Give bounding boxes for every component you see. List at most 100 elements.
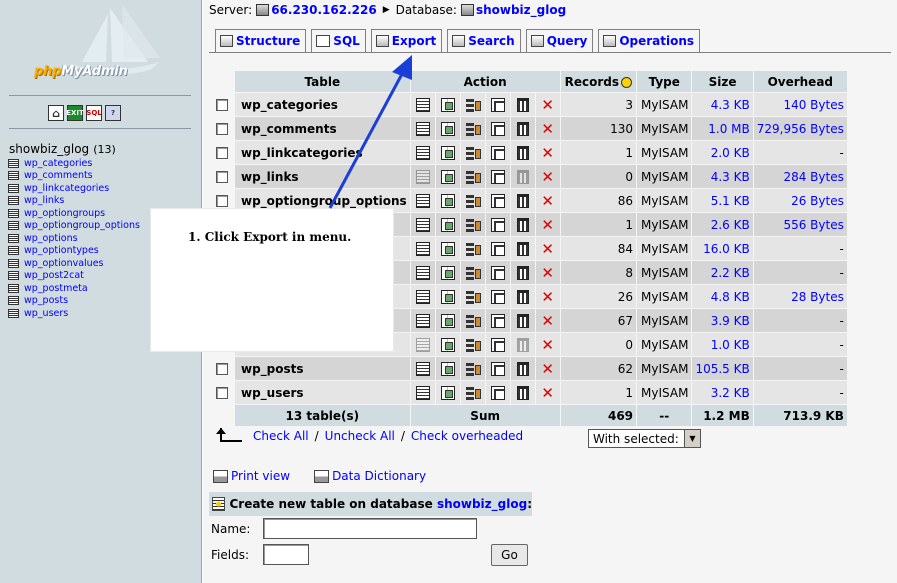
browse-icon[interactable] bbox=[415, 97, 430, 112]
empty-icon[interactable] bbox=[516, 121, 529, 136]
go-button[interactable]: Go bbox=[491, 544, 528, 566]
empty-icon[interactable] bbox=[516, 313, 529, 328]
insert-icon[interactable] bbox=[490, 217, 505, 232]
empty-icon[interactable] bbox=[516, 169, 529, 184]
table-icon[interactable] bbox=[8, 183, 19, 193]
table-icon[interactable] bbox=[8, 308, 19, 318]
row-checkbox[interactable] bbox=[216, 171, 228, 183]
table-name[interactable]: wp_categories bbox=[235, 93, 410, 116]
empty-icon[interactable] bbox=[516, 145, 529, 160]
tab-query[interactable]: Query bbox=[525, 29, 594, 52]
overhead-link[interactable]: 556 Bytes bbox=[783, 218, 843, 232]
size-link[interactable]: 3.9 KB bbox=[711, 314, 750, 328]
browse-icon[interactable] bbox=[415, 265, 430, 280]
table-name-input[interactable] bbox=[263, 518, 477, 539]
search-icon[interactable] bbox=[465, 242, 481, 256]
insert-icon[interactable] bbox=[490, 121, 505, 136]
structure-icon[interactable] bbox=[440, 217, 455, 232]
size-link[interactable]: 2.6 KB bbox=[711, 218, 750, 232]
row-checkbox[interactable] bbox=[216, 99, 228, 111]
sql-icon[interactable]: SQL bbox=[86, 105, 102, 121]
size-link[interactable]: 3.2 KB bbox=[711, 386, 750, 400]
empty-icon[interactable] bbox=[516, 385, 529, 400]
browse-icon[interactable] bbox=[415, 121, 430, 136]
table-icon[interactable] bbox=[8, 221, 19, 231]
insert-icon[interactable] bbox=[490, 385, 505, 400]
row-checkbox[interactable] bbox=[216, 123, 228, 135]
structure-icon[interactable] bbox=[440, 241, 455, 256]
table-name[interactable]: wp_users bbox=[235, 381, 410, 404]
drop-icon[interactable]: ✕ bbox=[541, 217, 555, 232]
insert-icon[interactable] bbox=[490, 97, 505, 112]
phpmyadmin-logo[interactable]: phpMyAdmin bbox=[0, 0, 202, 92]
with-selected-select[interactable]: With selected: ▼ bbox=[588, 429, 701, 448]
uncheck-all-link[interactable]: Uncheck All bbox=[325, 429, 395, 443]
row-checkbox[interactable] bbox=[216, 387, 228, 399]
size-link[interactable]: 4.3 KB bbox=[711, 98, 750, 112]
empty-icon[interactable] bbox=[516, 289, 529, 304]
browse-icon[interactable] bbox=[415, 361, 430, 376]
sidebar-db-title[interactable]: showbiz_glog (13) bbox=[9, 142, 116, 156]
sidebar-item-wp-comments[interactable]: wp_comments bbox=[8, 170, 202, 183]
insert-icon[interactable] bbox=[490, 361, 505, 376]
drop-icon[interactable]: ✕ bbox=[541, 97, 555, 112]
insert-icon[interactable] bbox=[490, 241, 505, 256]
empty-icon[interactable] bbox=[516, 265, 529, 280]
tab-export[interactable]: Export bbox=[370, 29, 443, 52]
size-link[interactable]: 4.3 KB bbox=[711, 170, 750, 184]
structure-icon[interactable] bbox=[440, 169, 455, 184]
header-table[interactable]: Table bbox=[235, 71, 410, 92]
insert-icon[interactable] bbox=[490, 337, 505, 352]
drop-icon[interactable]: ✕ bbox=[541, 121, 555, 136]
drop-icon[interactable]: ✕ bbox=[541, 241, 555, 256]
structure-icon[interactable] bbox=[440, 289, 455, 304]
browse-icon[interactable] bbox=[415, 217, 430, 232]
structure-icon[interactable] bbox=[440, 313, 455, 328]
size-link[interactable]: 5.1 KB bbox=[711, 194, 750, 208]
size-link[interactable]: 1.0 MB bbox=[708, 122, 749, 136]
query-window-icon[interactable]: ? bbox=[105, 105, 121, 121]
size-link[interactable]: 2.0 KB bbox=[711, 146, 750, 160]
table-icon[interactable] bbox=[8, 283, 19, 293]
structure-icon[interactable] bbox=[440, 265, 455, 280]
drop-icon[interactable]: ✕ bbox=[541, 337, 555, 352]
drop-icon[interactable]: ✕ bbox=[541, 169, 555, 184]
header-type[interactable]: Type bbox=[637, 71, 692, 92]
row-checkbox[interactable] bbox=[216, 363, 228, 375]
search-icon[interactable] bbox=[465, 122, 481, 136]
insert-icon[interactable] bbox=[490, 169, 505, 184]
table-icon[interactable] bbox=[8, 171, 19, 181]
insert-icon[interactable] bbox=[490, 145, 505, 160]
table-icon[interactable] bbox=[8, 208, 19, 218]
search-icon[interactable] bbox=[465, 170, 481, 184]
table-icon[interactable] bbox=[8, 196, 19, 206]
browse-icon[interactable] bbox=[415, 313, 430, 328]
tab-structure[interactable]: Structure bbox=[215, 29, 307, 52]
table-icon[interactable] bbox=[8, 233, 19, 243]
size-link[interactable]: 105.5 KB bbox=[695, 362, 749, 376]
sidebar-item-wp-categories[interactable]: wp_categories bbox=[8, 157, 202, 170]
row-checkbox[interactable] bbox=[216, 195, 228, 207]
search-icon[interactable] bbox=[465, 290, 481, 304]
structure-icon[interactable] bbox=[440, 361, 455, 376]
browse-icon[interactable] bbox=[415, 169, 430, 184]
insert-icon[interactable] bbox=[490, 265, 505, 280]
structure-icon[interactable] bbox=[440, 193, 455, 208]
table-name[interactable]: wp_linkcategories bbox=[235, 141, 410, 164]
browse-icon[interactable] bbox=[415, 385, 430, 400]
overhead-link[interactable]: 729,956 Bytes bbox=[757, 122, 844, 136]
empty-icon[interactable] bbox=[516, 361, 529, 376]
drop-icon[interactable]: ✕ bbox=[541, 193, 555, 208]
empty-icon[interactable] bbox=[516, 337, 529, 352]
fields-count-input[interactable] bbox=[263, 544, 309, 565]
structure-icon[interactable] bbox=[440, 145, 455, 160]
browse-icon[interactable] bbox=[415, 337, 430, 352]
exit-icon[interactable]: EXIT bbox=[66, 105, 84, 121]
structure-icon[interactable] bbox=[440, 121, 455, 136]
search-icon[interactable] bbox=[465, 314, 481, 328]
table-icon[interactable] bbox=[8, 271, 19, 281]
check-all-link[interactable]: Check All bbox=[253, 429, 309, 443]
drop-icon[interactable]: ✕ bbox=[541, 145, 555, 160]
browse-icon[interactable] bbox=[415, 145, 430, 160]
structure-icon[interactable] bbox=[440, 385, 455, 400]
